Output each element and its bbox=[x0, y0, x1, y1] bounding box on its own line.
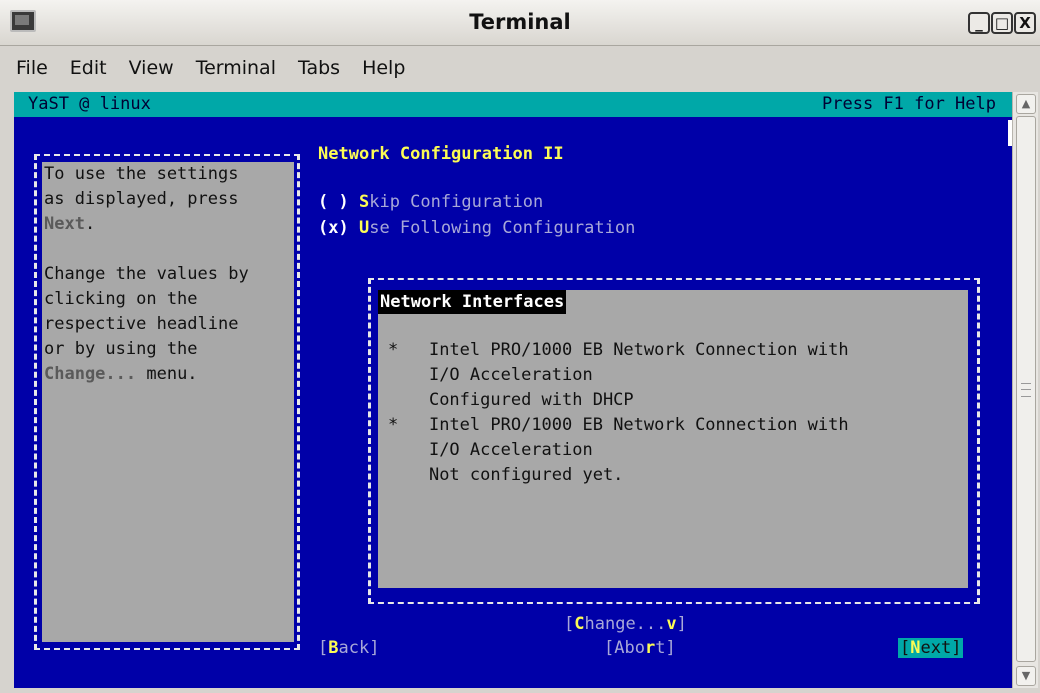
bracket: [ bbox=[318, 638, 329, 658]
radio-hotkey: S bbox=[358, 192, 370, 212]
help-next-keyword: Next bbox=[44, 214, 85, 234]
help-line: as displayed, press bbox=[44, 189, 239, 209]
grip-icon bbox=[1021, 383, 1031, 397]
interface-status: Configured with DHCP bbox=[428, 390, 634, 410]
help-line: clicking on the bbox=[44, 289, 198, 309]
scroll-up-arrow-icon[interactable]: ▲ bbox=[1016, 94, 1036, 114]
window-titlebar: Terminal _ □ X bbox=[0, 0, 1040, 46]
menu-help[interactable]: Help bbox=[362, 57, 405, 79]
list-item-bullet: * bbox=[388, 415, 399, 435]
interface-name-cont[interactable]: I/O Acceleration bbox=[429, 440, 593, 460]
radio-label: kip Configuration bbox=[369, 192, 544, 212]
bracket: [ bbox=[564, 614, 575, 634]
window-title: Terminal bbox=[469, 10, 571, 34]
radio-label: se Following Configuration bbox=[369, 218, 636, 238]
help-line: Change the values by bbox=[44, 264, 249, 284]
radio-skip-configuration[interactable]: ( ) Skip Configuration bbox=[318, 192, 543, 212]
help-text: To use the settings as displayed, press … bbox=[42, 162, 294, 642]
help-line: menu. bbox=[136, 364, 198, 384]
radio-hotkey: U bbox=[358, 218, 370, 238]
menubar: File Edit View Terminal Tabs Help bbox=[0, 47, 1040, 89]
bracket: ] bbox=[676, 614, 687, 634]
interface-name-cont[interactable]: I/O Acceleration bbox=[429, 365, 593, 385]
radio-use-following-configuration[interactable]: (x) Use Following Configuration bbox=[318, 218, 635, 238]
minimize-button[interactable]: _ bbox=[968, 12, 990, 34]
yast-statusbar: YaST @ linux Press F1 for Help bbox=[14, 92, 1012, 117]
hotkey: C bbox=[574, 614, 585, 634]
network-interfaces-list[interactable]: * Intel PRO/1000 EB Network Connection w… bbox=[388, 338, 849, 488]
interface-name[interactable]: Intel PRO/1000 EB Network Connection wit… bbox=[429, 415, 849, 435]
help-line: To use the settings bbox=[44, 164, 239, 184]
statusbar-help-hint: Press F1 for Help bbox=[822, 94, 996, 114]
menu-view[interactable]: View bbox=[129, 57, 174, 79]
menu-edit[interactable]: Edit bbox=[70, 57, 107, 79]
button-label: ext] bbox=[920, 638, 962, 658]
scroll-down-arrow-icon[interactable]: ▼ bbox=[1016, 666, 1036, 686]
network-interfaces-table[interactable]: Network Interfaces * Intel PRO/1000 EB N… bbox=[378, 290, 968, 588]
hotkey: N bbox=[910, 638, 921, 658]
list-item-bullet: * bbox=[388, 340, 399, 360]
maximize-button[interactable]: □ bbox=[991, 12, 1013, 34]
back-button[interactable]: [Back] bbox=[318, 638, 379, 658]
button-label: t] bbox=[655, 638, 676, 658]
next-button[interactable]: [Next] bbox=[898, 638, 964, 658]
help-line: respective headline bbox=[44, 314, 239, 334]
help-line: . bbox=[84, 214, 96, 234]
button-label: [Abo bbox=[604, 638, 645, 658]
terminal-screen[interactable]: YaST @ linux Press F1 for Help To use th… bbox=[14, 92, 1012, 688]
hotkey: B bbox=[328, 638, 339, 658]
help-change-keyword: Change... bbox=[44, 364, 137, 384]
dialog-title: Network Configuration II bbox=[318, 144, 564, 164]
change-button[interactable]: [Change...v] bbox=[564, 614, 687, 634]
close-button[interactable]: X bbox=[1014, 12, 1036, 34]
interface-name[interactable]: Intel PRO/1000 EB Network Connection wit… bbox=[429, 340, 849, 360]
abort-button[interactable]: [Abort] bbox=[604, 638, 676, 658]
button-label: hange... bbox=[584, 614, 667, 634]
network-interfaces-header[interactable]: Network Interfaces bbox=[378, 290, 567, 314]
radio-mark[interactable]: (x) bbox=[318, 218, 349, 238]
radio-mark[interactable]: ( ) bbox=[318, 192, 349, 212]
button-label: ack] bbox=[338, 638, 380, 658]
scrollbar-thumb[interactable] bbox=[1016, 116, 1036, 662]
statusbar-host: YaST @ linux bbox=[28, 94, 151, 114]
menu-tabs[interactable]: Tabs bbox=[298, 57, 340, 79]
terminal-scrollbar[interactable]: ▲ ▼ bbox=[1012, 92, 1038, 688]
interface-status: Not configured yet. bbox=[428, 465, 624, 485]
menu-terminal[interactable]: Terminal bbox=[196, 57, 276, 79]
dropdown-arrow-icon: v bbox=[666, 614, 677, 634]
hotkey: r bbox=[644, 638, 656, 658]
help-line: or by using the bbox=[44, 339, 198, 359]
menu-file[interactable]: File bbox=[16, 57, 48, 79]
bracket: [ bbox=[900, 638, 911, 658]
